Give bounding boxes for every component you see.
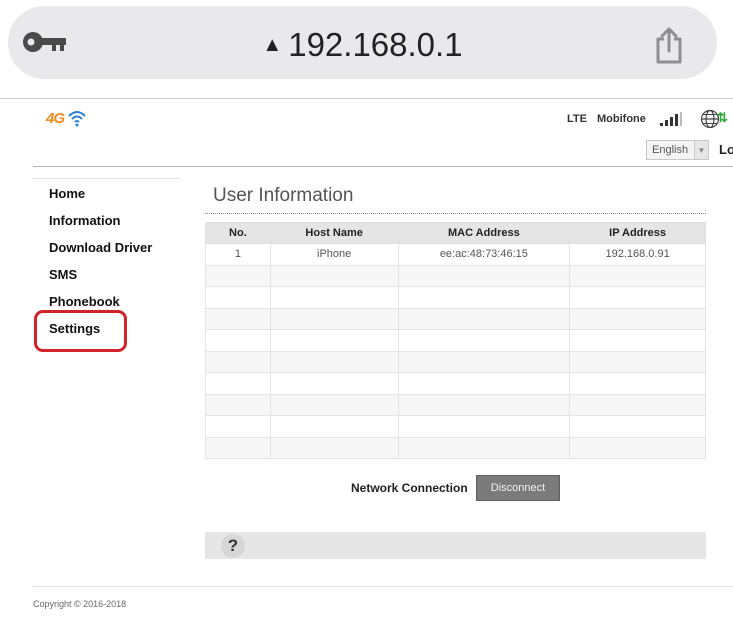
sidebar-item-information[interactable]: Information bbox=[49, 212, 152, 239]
user-information-table: No. Host Name MAC Address IP Address 1 iP… bbox=[205, 222, 706, 459]
table-cell bbox=[269, 307, 399, 330]
settings-highlight-annotation bbox=[34, 310, 127, 352]
table-header-row: No. Host Name MAC Address IP Address bbox=[205, 222, 706, 244]
column-header-host-name: Host Name bbox=[269, 222, 399, 244]
header-divider bbox=[33, 166, 733, 167]
table-cell bbox=[569, 415, 706, 438]
table-row bbox=[205, 436, 706, 459]
table-cell bbox=[269, 372, 399, 395]
table-cell bbox=[205, 286, 271, 309]
logo-4g-text: 4G bbox=[46, 109, 65, 127]
column-header-no: No. bbox=[205, 222, 271, 244]
wifi-icon bbox=[68, 111, 86, 127]
table-cell bbox=[569, 436, 706, 459]
signal-strength-icon bbox=[660, 112, 682, 126]
table-cell bbox=[269, 415, 399, 438]
table-body: 1 iPhone ee:ac:48:73:46:15 192.168.0.91 bbox=[205, 243, 706, 459]
table-cell: iPhone bbox=[269, 243, 399, 266]
table-row bbox=[205, 286, 706, 309]
table-cell: 192.168.0.91 bbox=[569, 243, 706, 266]
footer-divider bbox=[33, 586, 733, 587]
top-divider bbox=[0, 98, 733, 99]
table-cell bbox=[205, 307, 271, 330]
table-cell bbox=[397, 264, 571, 287]
sidebar-divider bbox=[33, 178, 180, 179]
table-cell: 1 bbox=[205, 243, 271, 266]
router-logo: 4G bbox=[46, 108, 87, 128]
url-display[interactable]: ▲ 192.168.0.1 bbox=[8, 26, 717, 64]
table-cell bbox=[205, 264, 271, 287]
disconnect-button[interactable]: Disconnect bbox=[476, 475, 560, 501]
network-connection-label: Network Connection bbox=[351, 481, 468, 495]
copyright-text: Copyright © 2016-2018 bbox=[33, 599, 127, 609]
table-cell bbox=[205, 372, 271, 395]
sidebar-item-sms[interactable]: SMS bbox=[49, 266, 152, 293]
chevron-down-icon[interactable]: ▼ bbox=[694, 141, 708, 159]
page-title: User Information bbox=[213, 185, 354, 206]
warning-icon: ▲ bbox=[262, 34, 283, 56]
sidebar-item-home[interactable]: Home bbox=[49, 185, 152, 212]
table-cell bbox=[397, 350, 571, 373]
logout-link[interactable]: Lo bbox=[719, 142, 733, 157]
column-header-mac-address: MAC Address bbox=[397, 222, 571, 244]
table-cell bbox=[205, 350, 271, 373]
table-cell bbox=[569, 264, 706, 287]
help-bar: ? bbox=[205, 532, 706, 559]
table-row bbox=[205, 307, 706, 330]
table-row bbox=[205, 393, 706, 416]
table-cell bbox=[397, 415, 571, 438]
table-cell bbox=[569, 372, 706, 395]
data-transfer-icon: ⇅ bbox=[717, 110, 728, 125]
table-row bbox=[205, 264, 706, 287]
table-row bbox=[205, 329, 706, 352]
help-icon[interactable]: ? bbox=[221, 534, 245, 558]
table-row bbox=[205, 372, 706, 395]
table-cell bbox=[569, 329, 706, 352]
title-divider bbox=[205, 213, 706, 214]
table-cell bbox=[269, 350, 399, 373]
table-cell bbox=[269, 393, 399, 416]
sidebar-item-download-driver[interactable]: Download Driver bbox=[49, 239, 152, 266]
network-type: LTE bbox=[567, 113, 587, 125]
table-cell bbox=[397, 436, 571, 459]
column-header-ip-address: IP Address bbox=[569, 222, 706, 244]
table-cell bbox=[269, 436, 399, 459]
share-icon[interactable] bbox=[654, 26, 684, 64]
table-cell bbox=[205, 393, 271, 416]
table-cell bbox=[397, 307, 571, 330]
table-cell bbox=[569, 286, 706, 309]
table-row bbox=[205, 415, 706, 438]
language-select[interactable]: English ▼ bbox=[646, 140, 709, 160]
table-cell bbox=[397, 329, 571, 352]
table-cell bbox=[269, 264, 399, 287]
table-cell bbox=[397, 286, 571, 309]
table-cell bbox=[205, 329, 271, 352]
table-cell bbox=[205, 436, 271, 459]
language-value: English bbox=[652, 144, 689, 156]
table-cell bbox=[397, 372, 571, 395]
table-cell: ee:ac:48:73:46:15 bbox=[397, 243, 571, 266]
address-bar[interactable]: ▲ 192.168.0.1 bbox=[8, 6, 717, 79]
table-cell bbox=[269, 286, 399, 309]
table-cell bbox=[569, 307, 706, 330]
table-cell bbox=[569, 393, 706, 416]
url-text: 192.168.0.1 bbox=[288, 26, 463, 63]
operator-name: Mobifone bbox=[597, 113, 646, 125]
table-cell bbox=[269, 329, 399, 352]
table-cell bbox=[569, 350, 706, 373]
table-cell bbox=[205, 415, 271, 438]
table-row bbox=[205, 350, 706, 373]
table-row: 1 iPhone ee:ac:48:73:46:15 192.168.0.91 bbox=[205, 243, 706, 266]
table-cell bbox=[397, 393, 571, 416]
